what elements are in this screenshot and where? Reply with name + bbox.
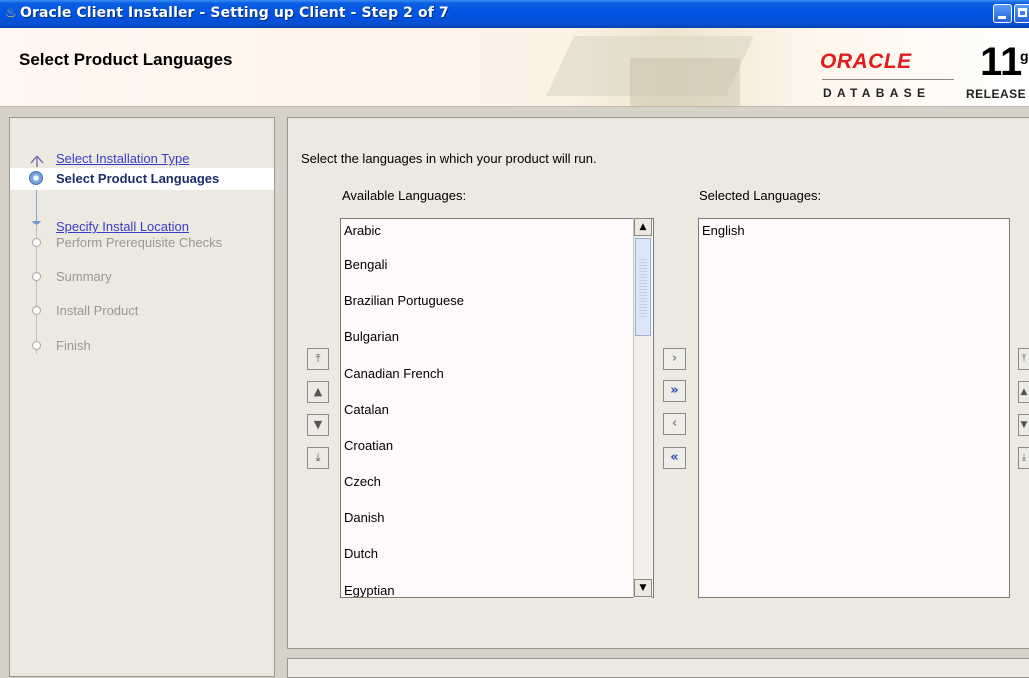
- step-pending-icon: [32, 341, 41, 350]
- move-up-icon: ▲: [313, 385, 323, 398]
- step-label[interactable]: Select Installation Type: [56, 151, 189, 166]
- selected-move-up-button[interactable]: ▲: [1018, 381, 1029, 403]
- maximize-button[interactable]: [1014, 4, 1029, 23]
- selected-languages-list[interactable]: English: [698, 218, 1010, 598]
- message-panel: [287, 658, 1029, 678]
- step-start-icon: [30, 152, 44, 167]
- list-item[interactable]: Dutch: [344, 546, 378, 561]
- available-list-scrollbar[interactable]: ▲ ▼: [633, 218, 652, 598]
- step-label: Install Product: [56, 303, 139, 318]
- remove-icon: ‹: [671, 416, 678, 431]
- window-titlebar[interactable]: ♨ Oracle Client Installer - Setting up C…: [0, 0, 1029, 28]
- step-summary: Summary: [10, 266, 274, 288]
- step-install-product: Install Product: [10, 300, 274, 322]
- step-label: Perform Prerequisite Checks: [56, 235, 223, 250]
- page-title: Select Product Languages: [19, 50, 233, 69]
- remove-selected-button[interactable]: ‹: [663, 413, 686, 435]
- selected-move-down-button[interactable]: ▼: [1018, 414, 1029, 436]
- version-number: 11: [980, 40, 1023, 84]
- scroll-up-button[interactable]: ▲: [634, 218, 652, 236]
- available-languages-list[interactable]: Arabic Bengali Brazilian Portuguese Bulg…: [340, 218, 654, 598]
- java-cup-icon: ♨: [5, 6, 17, 21]
- list-item[interactable]: Bengali: [344, 257, 387, 272]
- step-perform-prerequisite-checks: Perform Prerequisite Checks: [10, 232, 274, 254]
- release-label: RELEASE: [966, 87, 1027, 101]
- list-item[interactable]: Arabic: [344, 223, 381, 238]
- list-item[interactable]: Catalan: [344, 402, 389, 417]
- step-label: Summary: [56, 269, 112, 284]
- list-item[interactable]: Canadian French: [344, 366, 444, 381]
- window-title: Oracle Client Installer - Setting up Cli…: [20, 5, 449, 21]
- move-bottom-button[interactable]: ⤓: [307, 447, 329, 469]
- step-label: Finish: [56, 338, 91, 353]
- selected-move-bottom-button[interactable]: ⤓: [1018, 447, 1029, 469]
- move-bottom-icon: ⤓: [1022, 453, 1026, 463]
- add-all-icon: »: [670, 383, 679, 398]
- step-pending-icon: [32, 272, 41, 281]
- steps-navigation-panel: Select Installation Type Select Product …: [9, 117, 275, 677]
- add-selected-button[interactable]: ›: [663, 348, 686, 370]
- list-item[interactable]: Czech: [344, 474, 381, 489]
- minimize-button[interactable]: [993, 4, 1012, 23]
- instruction-text: Select the languages in which your produ…: [301, 151, 597, 166]
- add-all-button[interactable]: »: [663, 380, 686, 402]
- move-down-icon: ▼: [1020, 420, 1028, 430]
- step-finish: Finish: [10, 335, 274, 357]
- move-down-button[interactable]: ▼: [307, 414, 329, 436]
- move-top-icon: ⤒: [1022, 354, 1026, 364]
- oracle-logo: ORACLE: [820, 50, 912, 73]
- list-item[interactable]: Danish: [344, 510, 384, 525]
- step-pending-icon: [32, 238, 41, 247]
- scroll-down-button[interactable]: ▼: [634, 579, 652, 597]
- move-top-icon: ⤒: [315, 352, 321, 365]
- remove-all-icon: «: [670, 450, 679, 465]
- step-pending-icon: [32, 306, 41, 315]
- step-select-product-languages: Select Product Languages: [10, 168, 274, 190]
- scroll-thumb[interactable]: [635, 238, 651, 336]
- move-top-button[interactable]: ⤒: [307, 348, 329, 370]
- remove-all-button[interactable]: «: [663, 447, 686, 469]
- list-item[interactable]: Croatian: [344, 438, 393, 453]
- list-item[interactable]: English: [702, 223, 745, 238]
- banner-decoration-2: [630, 58, 740, 106]
- selected-move-top-button[interactable]: ⤒: [1018, 348, 1029, 370]
- version-suffix: g: [1020, 48, 1029, 64]
- step-done-icon: [32, 216, 44, 228]
- step-select-installation-type[interactable]: Select Installation Type: [10, 148, 274, 170]
- move-down-icon: ▼: [313, 418, 323, 431]
- add-icon: ›: [671, 351, 678, 366]
- move-up-button[interactable]: ▲: [307, 381, 329, 403]
- list-item[interactable]: Brazilian Portuguese: [344, 293, 464, 308]
- logo-divider: [822, 79, 954, 80]
- list-item[interactable]: Egyptian: [344, 583, 395, 597]
- selected-languages-label: Selected Languages:: [699, 188, 822, 203]
- current-step-icon: [29, 171, 43, 185]
- move-bottom-icon: ⤓: [315, 451, 321, 464]
- available-languages-label: Available Languages:: [342, 188, 467, 203]
- list-item[interactable]: Bulgarian: [344, 329, 399, 344]
- header-banner: Select Product Languages ORACLE DATABASE…: [0, 28, 1029, 107]
- step-label: Select Product Languages: [56, 171, 220, 186]
- oracle-product-label: DATABASE: [823, 86, 931, 100]
- move-up-icon: ▲: [1020, 387, 1028, 397]
